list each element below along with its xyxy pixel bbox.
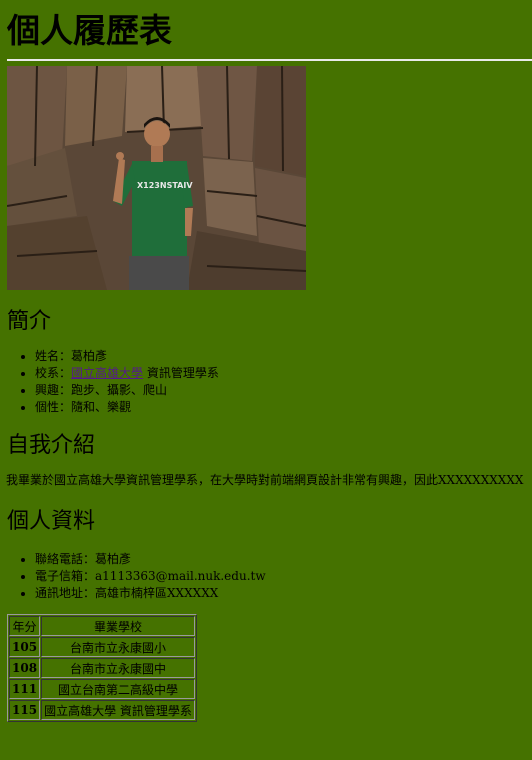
school-cell: 國立高雄大學 資訊管理學系 — [41, 700, 195, 720]
page-title: 個人履歷表 — [7, 11, 172, 50]
item-label: 聯絡電話： — [35, 552, 96, 566]
table-row: 111 國立台南第二高級中學 — [9, 679, 195, 699]
item-value: 跑步、攝影、爬山 — [71, 383, 168, 397]
personal-section: 個人資料 聯絡電話：葛柏彥 電子信箱：a1113363@mail.nuk.edu… — [0, 505, 532, 722]
personal-heading: 個人資料 — [7, 509, 96, 534]
school-cell: 台南市立永康國小 — [41, 637, 195, 657]
school-link[interactable]: 國立高雄大學 — [71, 366, 143, 380]
table-header-row: 年分 畢業學校 — [9, 616, 195, 636]
year-cell: 108 — [9, 658, 41, 678]
personal-list: 聯絡電話：葛柏彥 電子信箱：a1113363@mail.nuk.edu.tw 通… — [7, 551, 532, 602]
table-row: 105 台南市立永康國小 — [9, 637, 195, 657]
item-value: 資訊管理學系 — [143, 366, 219, 380]
item-label: 電子信箱： — [35, 569, 96, 583]
header-school: 畢業學校 — [41, 616, 195, 636]
self-intro-text: 我畢業於國立高雄大學資訊管理學系，在大學時對前端網頁設計非常有興趣，因此XXXX… — [6, 473, 524, 487]
item-value: 葛柏彥 — [95, 552, 132, 566]
list-item: 電子信箱：a1113363@mail.nuk.edu.tw — [35, 568, 532, 585]
year-cell: 111 — [9, 679, 41, 699]
shirt-text: X123NSTAIV — [137, 181, 193, 190]
self-intro-heading: 自我介紹 — [7, 433, 96, 458]
item-label: 校系： — [35, 366, 72, 380]
item-value: a1113363@mail.nuk.edu.tw — [95, 569, 266, 583]
item-value: 葛柏彥 — [71, 349, 108, 363]
year-cell: 105 — [9, 637, 41, 657]
header-year: 年分 — [9, 616, 41, 636]
year-cell: 115 — [9, 700, 41, 720]
item-label: 通訊地址： — [35, 586, 96, 600]
list-item: 姓名：葛柏彥 — [35, 348, 532, 365]
table-row: 108 台南市立永康國中 — [9, 658, 195, 678]
intro-heading: 簡介 — [7, 309, 52, 334]
list-item: 興趣：跑步、攝影、爬山 — [35, 382, 532, 399]
item-value: 隨和、樂觀 — [71, 400, 132, 414]
table-row: 115 國立高雄大學 資訊管理學系 — [9, 700, 195, 720]
item-label: 興趣： — [35, 383, 72, 397]
item-label: 姓名： — [35, 349, 72, 363]
list-item: 通訊地址：高雄市楠梓區XXXXXX — [35, 585, 532, 602]
list-item: 個性：隨和、樂觀 — [35, 399, 532, 416]
item-value: 高雄市楠梓區XXXXXX — [95, 586, 219, 600]
school-cell: 國立台南第二高級中學 — [41, 679, 195, 699]
page: 個人履歷表 X123NSTAIV 簡介 姓名：葛柏彥 — [0, 0, 532, 462]
title-divider — [7, 59, 532, 61]
education-table: 年分 畢業學校 105 台南市立永康國小 108 台南市立永康國中 111 國立… — [7, 614, 197, 722]
intro-list: 姓名：葛柏彥 校系：國立高雄大學 資訊管理學系 興趣：跑步、攝影、爬山 個性：隨… — [7, 348, 532, 416]
profile-photo: X123NSTAIV — [7, 66, 306, 290]
list-item: 聯絡電話：葛柏彥 — [35, 551, 532, 568]
school-cell: 台南市立永康國中 — [41, 658, 195, 678]
item-label: 個性： — [35, 400, 72, 414]
list-item: 校系：國立高雄大學 資訊管理學系 — [35, 365, 532, 382]
